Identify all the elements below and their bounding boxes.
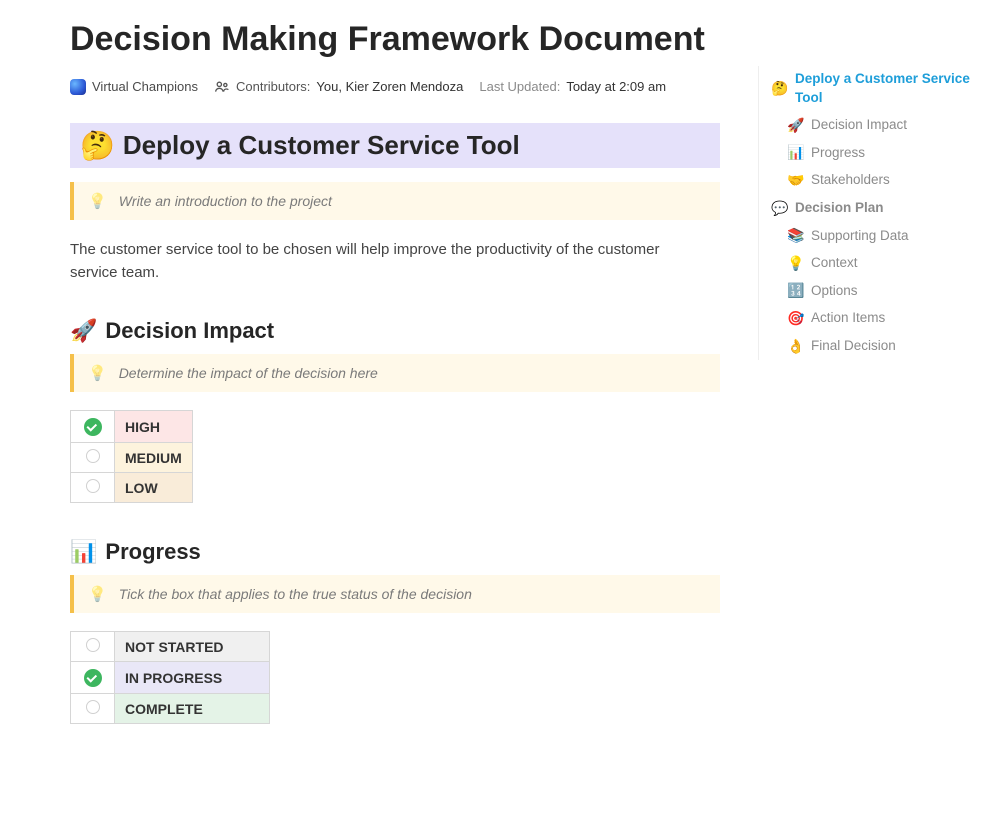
toc-item-label: Action Items <box>811 309 885 328</box>
contributors-label: Contributors: <box>236 79 310 94</box>
choice-label[interactable]: COMPLETE <box>115 694 270 724</box>
toc-item[interactable]: 💡 Context <box>769 250 980 278</box>
toc-item-label: Context <box>811 254 858 273</box>
callout-deploy[interactable]: 💡 Write an introduction to the project <box>70 182 720 220</box>
workspace-name: Virtual Champions <box>92 79 198 94</box>
toc-item[interactable]: 👌 Final Decision <box>769 333 980 361</box>
toc-item-icon: 🤝 <box>787 171 803 191</box>
contributors-chip[interactable]: Contributors: You, Kier Zoren Mendoza <box>214 79 463 95</box>
progress-table: NOT STARTEDIN PROGRESSCOMPLETE <box>70 631 270 724</box>
callout-progress[interactable]: 💡 Tick the box that applies to the true … <box>70 575 720 613</box>
table-row: COMPLETE <box>71 694 270 724</box>
toc-item[interactable]: 🚀 Decision Impact <box>769 112 980 140</box>
thinking-face-icon: 🤔 <box>80 129 115 162</box>
lightbulb-icon: 💡 <box>88 364 107 382</box>
people-icon <box>214 79 230 95</box>
callout-deploy-text: Write an introduction to the project <box>119 193 332 209</box>
toc-item[interactable]: 📚 Supporting Data <box>769 222 980 250</box>
radio-cell[interactable] <box>71 473 115 503</box>
choice-label[interactable]: LOW <box>115 473 193 503</box>
choice-label[interactable]: NOT STARTED <box>115 632 270 662</box>
contributors-value: You, Kier Zoren Mendoza <box>316 79 463 94</box>
choice-label[interactable]: HIGH <box>115 411 193 443</box>
table-row: MEDIUM <box>71 443 193 473</box>
table-row: HIGH <box>71 411 193 443</box>
heading-progress-text: Progress <box>105 539 200 565</box>
deploy-body[interactable]: The customer service tool to be chosen w… <box>70 238 690 285</box>
choice-label[interactable]: MEDIUM <box>115 443 193 473</box>
workspace-avatar-icon <box>70 79 86 95</box>
radio-cell[interactable] <box>71 411 115 443</box>
heading-impact[interactable]: 🚀 Decision Impact <box>70 318 720 344</box>
table-row: LOW <box>71 473 193 503</box>
lightbulb-icon: 💡 <box>88 192 107 210</box>
document-main: Decision Making Framework Document Virtu… <box>0 0 720 724</box>
workspace-chip[interactable]: Virtual Champions <box>70 79 198 95</box>
radio-empty-icon[interactable] <box>86 479 100 493</box>
toc-item-label: Final Decision <box>811 337 896 356</box>
toc-item-icon: 💬 <box>771 199 787 219</box>
toc-item[interactable]: 💬 Decision Plan <box>769 195 980 223</box>
callout-impact[interactable]: 💡 Determine the impact of the decision h… <box>70 354 720 392</box>
bar-chart-icon: 📊 <box>70 539 97 565</box>
radio-empty-icon[interactable] <box>86 638 100 652</box>
toc-item-icon: 📊 <box>787 143 803 163</box>
radio-empty-icon[interactable] <box>86 449 100 463</box>
heading-progress[interactable]: 📊 Progress <box>70 539 720 565</box>
toc-item-icon: 👌 <box>787 337 803 357</box>
toc-item-icon: 🎯 <box>787 309 803 329</box>
toc-item-label: Decision Plan <box>795 199 884 218</box>
table-row: IN PROGRESS <box>71 662 270 694</box>
toc-item-icon: 💡 <box>787 254 803 274</box>
radio-checked-icon[interactable] <box>84 418 102 436</box>
toc-item-label: Deploy a Customer Service Tool <box>795 70 978 108</box>
toc-item-icon: 🔢 <box>787 281 803 301</box>
toc-item-label: Progress <box>811 144 865 163</box>
toc-item[interactable]: 🤝 Stakeholders <box>769 167 980 195</box>
toc-item[interactable]: 🔢 Options <box>769 277 980 305</box>
page-title: Decision Making Framework Document <box>70 18 720 61</box>
toc-item-label: Options <box>811 282 858 301</box>
toc-item[interactable]: 🎯 Action Items <box>769 305 980 333</box>
radio-checked-icon[interactable] <box>84 669 102 687</box>
toc-item-icon: 🚀 <box>787 116 803 136</box>
doc-meta-row: Virtual Champions Contributors: You, Kie… <box>70 79 720 95</box>
updated-value: Today at 2:09 am <box>566 79 666 94</box>
toc-item-icon: 📚 <box>787 226 803 246</box>
toc-item-label: Decision Impact <box>811 116 907 135</box>
lightbulb-icon: 💡 <box>88 585 107 603</box>
heading-deploy-text: Deploy a Customer Service Tool <box>123 130 520 161</box>
heading-deploy[interactable]: 🤔 Deploy a Customer Service Tool <box>70 123 720 168</box>
radio-cell[interactable] <box>71 632 115 662</box>
callout-progress-text: Tick the box that applies to the true st… <box>119 586 472 602</box>
impact-table: HIGHMEDIUMLOW <box>70 410 193 503</box>
rocket-icon: 🚀 <box>70 318 97 344</box>
callout-impact-text: Determine the impact of the decision her… <box>119 365 378 381</box>
outline-toc: 🤔 Deploy a Customer Service Tool 🚀 Decision… <box>758 66 980 360</box>
last-updated-chip: Last Updated: Today at 2:09 am <box>479 79 666 94</box>
heading-impact-text: Decision Impact <box>105 318 274 344</box>
choice-label[interactable]: IN PROGRESS <box>115 662 270 694</box>
table-row: NOT STARTED <box>71 632 270 662</box>
updated-label: Last Updated: <box>479 79 560 94</box>
toc-item[interactable]: 📊 Progress <box>769 139 980 167</box>
radio-empty-icon[interactable] <box>86 700 100 714</box>
toc-item[interactable]: 🤔 Deploy a Customer Service Tool <box>769 66 980 112</box>
toc-item-label: Stakeholders <box>811 171 890 190</box>
radio-cell[interactable] <box>71 694 115 724</box>
radio-cell[interactable] <box>71 443 115 473</box>
radio-cell[interactable] <box>71 662 115 694</box>
toc-item-icon: 🤔 <box>771 79 787 99</box>
toc-item-label: Supporting Data <box>811 227 909 246</box>
